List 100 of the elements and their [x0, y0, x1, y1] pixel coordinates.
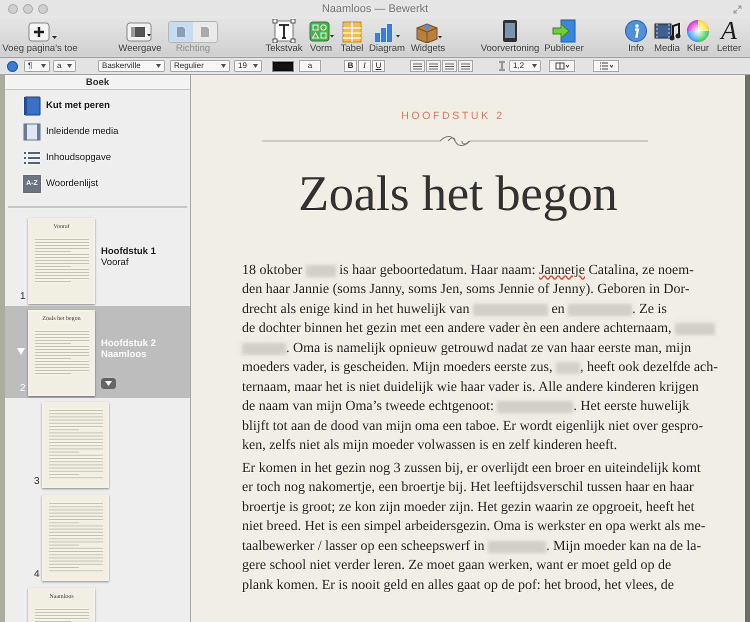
sidebar-item[interactable]: Kut met peren: [23, 93, 190, 119]
chapter-title: Hoofdstuk 2: [101, 338, 156, 349]
color-wheel-icon: [686, 19, 710, 43]
page-number: 1: [20, 290, 26, 304]
media-icon: [653, 21, 681, 43]
page-icon: [176, 26, 186, 38]
color-button[interactable]: Kleur: [683, 18, 713, 55]
character-style-popup[interactable]: a: [53, 60, 76, 72]
page-number: 2: [20, 382, 26, 396]
justify-button[interactable]: [458, 60, 473, 72]
line-spacing-icon: [498, 61, 506, 71]
align-center-button[interactable]: [426, 60, 441, 72]
disclosure-triangle-icon: [17, 348, 25, 355]
body-text: ternaam, maar het is niet duidelijk wie haar vader is. Alle andere kinderen krijgen: [242, 380, 699, 395]
body-text: , heeft ook dezelfde ach-: [580, 360, 718, 376]
shape-button[interactable]: Vorm: [305, 18, 337, 55]
info-button[interactable]: Info: [621, 18, 651, 55]
caret-icon: [105, 381, 112, 386]
chapter-subtitle: Vooraf: [101, 257, 130, 268]
body-text: Er komen in het gezin nog 3 zussen bij, er overlijdt een broer en uiteindelijk komt: [242, 460, 701, 476]
body-text: Catalina, ze noem-: [587, 262, 694, 278]
view-button[interactable]: Weergave: [115, 18, 165, 55]
media-button[interactable]: Media: [651, 18, 683, 55]
publish-button[interactable]: Publiceer: [541, 18, 587, 55]
redacted-text: [675, 323, 715, 336]
film-icon: [23, 122, 41, 142]
shapes-icon: [308, 21, 334, 43]
paragraph-style-popup[interactable]: ¶: [24, 60, 50, 72]
columns-popup[interactable]: [549, 60, 575, 72]
table-icon: [342, 21, 362, 43]
body-text: de naam van mijn Oma’s tweede echtgenoot:: [242, 399, 495, 414]
page-thumbnail[interactable]: [42, 402, 109, 488]
font-button[interactable]: A Letter: [713, 18, 745, 55]
preview-button[interactable]: Voorvertoning: [479, 18, 541, 55]
list-popup[interactable]: [593, 60, 619, 72]
body-text: moeders vader, is gescheiden. Mijn moeders eerste zus,: [242, 360, 554, 376]
body-text: en: [550, 302, 566, 317]
book-icon: [23, 96, 41, 116]
list-icon: [599, 62, 613, 70]
page-icon: [200, 26, 210, 38]
align-right-button[interactable]: [442, 60, 457, 72]
caret-icon: [156, 64, 161, 68]
body-text: . Het eerste huwelijk: [573, 399, 690, 414]
widget-button[interactable]: Widgets: [407, 18, 449, 55]
body-text: blijft tot aan de dood van mijn oma een taboe. Er wordt eigenlijk niet over gespro-: [242, 418, 704, 434]
font-size-field[interactable]: 19: [234, 60, 262, 72]
body-text: den haar Jannie (soms Janny, soms Jen, soms Jennie of Jenny). Geboren in Dor-: [242, 282, 690, 298]
align-lines-icon: [445, 62, 454, 70]
chapter-title: Zoals het begon: [298, 164, 618, 223]
caret-icon: [221, 64, 226, 68]
window-title: Naamloos — Bewerkt: [322, 2, 428, 17]
text-color-well[interactable]: [272, 60, 294, 72]
bold-button[interactable]: B: [344, 60, 357, 72]
bar-chart-icon: [372, 21, 402, 43]
chapter-menu-button[interactable]: [101, 378, 116, 389]
body-text: er toch nog nakomertje, een broertje bij. Het leeftijdsverschil tussen haar en haar: [242, 480, 694, 496]
page-row[interactable]: 4: [5, 491, 190, 584]
font-popup[interactable]: Baskerville: [98, 60, 165, 72]
chart-button[interactable]: Diagram: [367, 18, 407, 55]
body-text: taalbewerker / lasser op een scheepswerf in: [242, 538, 486, 554]
body-text: . Oma is namelijk opnieuw getrouwd nadat ze van haar eerste man, mijn: [286, 340, 692, 356]
body-text: drecht als enige kind in het huwelijk van: [242, 302, 470, 317]
body-text: . Ze is: [632, 302, 667, 317]
page-number: 4: [34, 568, 40, 582]
letter-glyph-icon: A: [721, 19, 737, 43]
body-text: is haar geboortedatum. Haar naam:: [338, 262, 537, 278]
body-text: broertje is groot; ze kon zijn moeder zijn. Het gezin waarin ze opgroeit, heeft het: [242, 500, 694, 515]
arrow-into-box-icon: [551, 19, 577, 43]
typeface-popup[interactable]: Regulier: [170, 60, 230, 72]
text-box-icon: [272, 19, 296, 43]
italic-button[interactable]: I: [358, 60, 371, 72]
redacted-text: [488, 540, 546, 553]
redacted-text: [242, 342, 286, 355]
page-thumbnail[interactable]: [42, 495, 109, 581]
redacted-text: [568, 304, 632, 316]
tablet-icon: [501, 19, 519, 43]
columns-icon: [555, 62, 569, 70]
align-lines-icon: [461, 62, 470, 70]
caret-icon: [67, 64, 72, 68]
sidebar-item[interactable]: Inhoudsopgave: [23, 145, 190, 171]
caret-icon: [41, 64, 46, 68]
underline-button[interactable]: U: [372, 60, 385, 72]
body-text: ken, zelfs niet als mijn moeder volwassen is en zelf kinderen heeft.: [242, 438, 618, 454]
body-text: niet breed. Het is een simpel arbeidersgezin. Oma is werkster en opa werkt als me-: [242, 519, 706, 534]
chapter-title: Hoofdstuk 1: [101, 246, 156, 257]
body-text: 18 oktober: [242, 262, 304, 278]
sidebar-header: Boek: [5, 75, 190, 90]
misspelled-word: Jannetje: [539, 262, 585, 278]
caret-icon: [253, 64, 258, 68]
sidebar-item[interactable]: Inleidende media: [23, 119, 190, 145]
table-button[interactable]: Tabel: [337, 18, 367, 55]
redacted-text: [556, 362, 580, 374]
body-text: . Mijn moeder kan na de la-: [546, 538, 702, 554]
page-row[interactable]: 3: [5, 398, 190, 491]
align-left-button[interactable]: [410, 60, 425, 72]
line-spacing-field[interactable]: 1,2: [509, 60, 541, 72]
page-number: 3: [34, 475, 40, 489]
textbox-button[interactable]: Tekstvak: [263, 18, 305, 55]
highlight-button[interactable]: a: [299, 60, 321, 72]
redacted-text: [306, 264, 336, 277]
